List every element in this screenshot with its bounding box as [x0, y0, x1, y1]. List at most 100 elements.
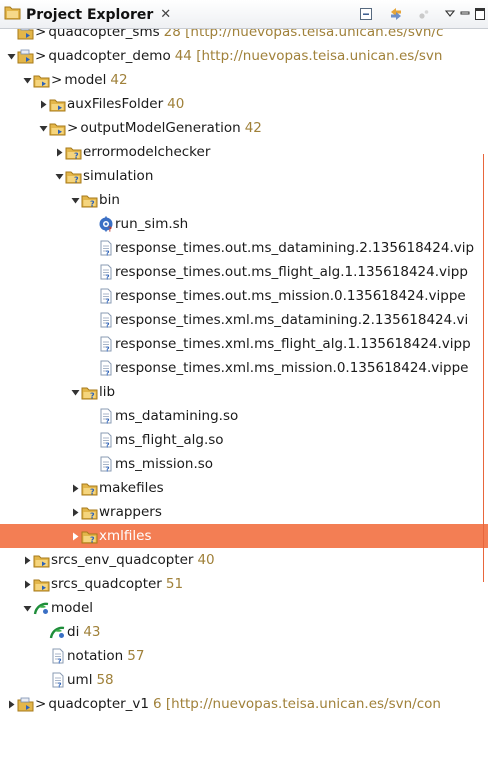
- collapse-all-icon[interactable]: [356, 4, 376, 24]
- project-icon: [17, 29, 34, 40]
- tree-row-file-run-sim-sh[interactable]: ? run_sim.sh: [0, 212, 488, 236]
- close-icon[interactable]: ✕: [160, 7, 171, 22]
- annotation-line: [483, 154, 484, 582]
- tree-item-label: ms_flight_alg.so: [115, 432, 224, 448]
- tree-item-label: di: [67, 624, 80, 640]
- collapsed-twisty-icon[interactable]: [69, 482, 81, 494]
- expanded-twisty-icon[interactable]: [21, 602, 33, 614]
- collapsed-twisty-icon[interactable]: [69, 530, 81, 542]
- collapsed-twisty-icon[interactable]: [21, 578, 33, 590]
- expanded-twisty-icon[interactable]: [69, 194, 81, 206]
- tree-item-label: uml: [67, 672, 93, 688]
- tree-row-file-response-times-xml-flight-alg[interactable]: ? response_times.xml.ms_flight_alg.1.1356…: [0, 332, 488, 356]
- tree-row-file-ms-datamining-so[interactable]: ? ms_datamining.so: [0, 404, 488, 428]
- tree-row-file-di[interactable]: di 43: [0, 620, 488, 644]
- tree-item-label: lib: [99, 384, 116, 400]
- collapsed-twisty-icon[interactable]: [5, 698, 17, 710]
- outgoing-change-marker: >: [67, 120, 79, 136]
- collapsed-twisty-icon[interactable]: [21, 554, 33, 566]
- revision-decoration: 42: [244, 120, 262, 136]
- tree-row-file-ms-mission-so[interactable]: ? ms_mission.so: [0, 452, 488, 476]
- svg-text:?: ?: [90, 535, 95, 544]
- file-icon: ?: [97, 432, 114, 448]
- project-explorer-tab[interactable]: Project Explorer ✕: [0, 1, 179, 28]
- folder-icon: [49, 96, 66, 112]
- tree-row-folder-srcs-env-quadcopter[interactable]: srcs_env_quadcopter 40: [0, 548, 488, 572]
- tree-item-label: makefiles: [99, 480, 164, 496]
- tree-row-file-response-times-xml-mission[interactable]: ? response_times.xml.ms_mission.0.1356184…: [0, 356, 488, 380]
- papyrus-icon: [33, 600, 50, 616]
- link-with-editor-icon[interactable]: [386, 4, 406, 24]
- tree-row-folder-lib[interactable]: ? lib: [0, 380, 488, 404]
- tree-row-folder-auxfilesfolder[interactable]: auxFilesFolder 40: [0, 92, 488, 116]
- tree-row-file-response-times-out-datamining[interactable]: ? response_times.out.ms_datamining.2.1356…: [0, 236, 488, 260]
- svg-text:?: ?: [90, 511, 95, 520]
- tree-row-folder-model[interactable]: > model 42: [0, 68, 488, 92]
- folder-icon: [33, 576, 50, 592]
- svg-text:?: ?: [105, 418, 109, 425]
- svg-text:?: ?: [105, 370, 109, 377]
- revision-decoration: 40: [197, 552, 215, 568]
- view-titlebar: Project Explorer ✕: [0, 0, 488, 29]
- revision-decoration: 58: [96, 672, 114, 688]
- expanded-twisty-icon[interactable]: [37, 122, 49, 134]
- script-icon: ?: [97, 216, 114, 232]
- expanded-twisty-icon[interactable]: [69, 386, 81, 398]
- revision-decoration: 42: [110, 72, 128, 88]
- tree-row-file-ms-flight-alg-so[interactable]: ? ms_flight_alg.so: [0, 428, 488, 452]
- tree-item-label: run_sim.sh: [115, 216, 189, 232]
- tree-row-file-uml[interactable]: ? uml 58: [0, 668, 488, 692]
- revision-decoration: 6 [http://nuevopas.teisa.unican.es/svn/c…: [153, 696, 441, 712]
- tree-row-folder-errormodelchecker[interactable]: ? errormodelchecker: [0, 140, 488, 164]
- svg-text:?: ?: [57, 658, 61, 665]
- tree-row-folder-bin[interactable]: ? bin: [0, 188, 488, 212]
- tree-row-file-notation[interactable]: ? notation 57: [0, 644, 488, 668]
- maximize-icon[interactable]: [470, 4, 488, 24]
- tree-row-folder-makefiles[interactable]: ? makefiles: [0, 476, 488, 500]
- tree-row-project-quadcopter-v1[interactable]: > quadcopter_v1 6 [http://nuevopas.teisa.…: [0, 692, 488, 716]
- tree-row-project-quadcopter-sms[interactable]: > quadcopter_sms 28 [http://nuevopas.teis…: [0, 29, 488, 44]
- tree-row-folder-wrappers[interactable]: ? wrappers: [0, 500, 488, 524]
- tree-row-file-response-times-xml-datamining[interactable]: ? response_times.xml.ms_datamining.2.1356…: [0, 308, 488, 332]
- collapsed-twisty-icon[interactable]: [69, 506, 81, 518]
- tree-item-label: wrappers: [99, 504, 162, 520]
- tree-item-label: quadcopter_v1: [48, 696, 150, 712]
- collapsed-twisty-icon[interactable]: [37, 98, 49, 110]
- tree-row-folder-srcs-quadcopter[interactable]: srcs_quadcopter 51: [0, 572, 488, 596]
- file-icon: ?: [97, 312, 114, 328]
- file-icon: ?: [97, 360, 114, 376]
- collapsed-twisty-icon[interactable]: [53, 146, 65, 158]
- expanded-twisty-icon[interactable]: [5, 50, 17, 62]
- expanded-twisty-icon[interactable]: [21, 74, 33, 86]
- tree-item-label: quadcopter_sms: [48, 29, 160, 40]
- tree-row-project-quadcopter-demo[interactable]: > quadcopter_demo 44 [http://nuevopas.tei…: [0, 44, 488, 68]
- project-tree[interactable]: > quadcopter_sms 28 [http://nuevopas.teis…: [0, 29, 488, 762]
- expanded-twisty-icon[interactable]: [53, 170, 65, 182]
- tree-item-label: ms_datamining.so: [115, 408, 239, 424]
- filter-icon[interactable]: [414, 4, 434, 24]
- file-icon: ?: [97, 456, 114, 472]
- tree-row-folder-xmlfiles[interactable]: ? xmlfiles: [0, 524, 488, 548]
- tree-item-label: response_times.out.ms_mission.0.13561842…: [115, 288, 466, 304]
- tree-item-label: auxFilesFolder: [67, 96, 164, 112]
- svg-text:?: ?: [105, 298, 109, 305]
- tree-row-model-papyrus[interactable]: model: [0, 596, 488, 620]
- svg-text:?: ?: [105, 346, 109, 353]
- file-icon: ?: [97, 288, 114, 304]
- tree-row-file-response-times-out-mission[interactable]: ? response_times.out.ms_mission.0.1356184…: [0, 284, 488, 308]
- tree-item-label: model: [64, 72, 107, 88]
- folder-q-icon: ?: [81, 528, 98, 544]
- tree-row-file-response-times-out-flight-alg[interactable]: ? response_times.out.ms_flight_alg.1.1356…: [0, 260, 488, 284]
- svg-text:?: ?: [105, 250, 109, 257]
- tree-item-label: response_times.out.ms_flight_alg.1.13561…: [115, 264, 468, 280]
- tree-row-folder-simulation[interactable]: ? simulation: [0, 164, 488, 188]
- tree-row-folder-outputmodelgeneration[interactable]: > outputModelGeneration 42: [0, 116, 488, 140]
